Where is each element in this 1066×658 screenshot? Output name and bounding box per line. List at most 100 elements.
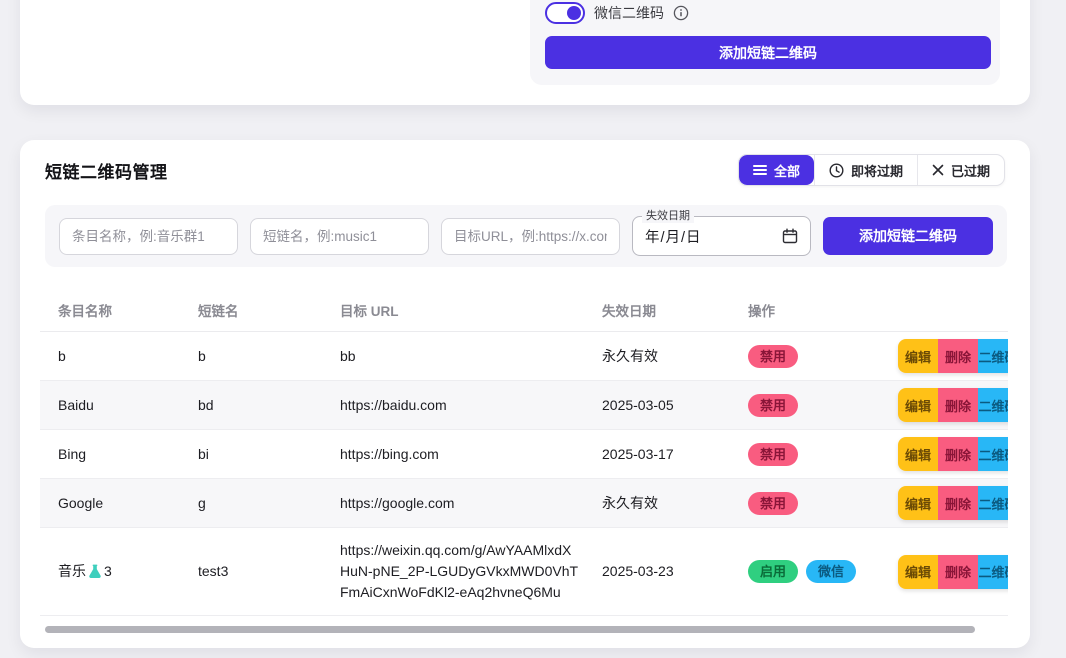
expiry-date-label: 失效日期 bbox=[642, 209, 694, 223]
delete-button[interactable]: 删除 bbox=[938, 388, 978, 422]
row-action-buttons: 编辑 删除 二维码 bbox=[898, 388, 1008, 422]
table-row: b b bb 永久有效 禁用 编辑 删除 二维码 bbox=[40, 332, 1008, 381]
status-badge[interactable]: 禁用 bbox=[748, 492, 798, 515]
cell-slug: g bbox=[180, 481, 320, 526]
expiry-date-value: 年/月/日 bbox=[645, 226, 782, 247]
col-header-actions: 操作 bbox=[740, 290, 898, 334]
filter-tab-expired[interactable]: 已过期 bbox=[917, 155, 1004, 185]
cell-expiry: 永久有效 bbox=[600, 481, 740, 526]
filter-tab-label: 已过期 bbox=[951, 161, 990, 180]
row-action-buttons: 编辑 删除 二维码 bbox=[898, 555, 1008, 589]
qr-form-card: 微信二维码 添加短链二维码 bbox=[20, 0, 1030, 105]
cell-name: Bing bbox=[40, 432, 180, 477]
edit-button[interactable]: 编辑 bbox=[898, 555, 938, 589]
entry-name-suffix: 3 bbox=[104, 561, 112, 582]
cell-name: Google bbox=[40, 481, 180, 526]
cell-name: b bbox=[40, 334, 180, 379]
cell-url: https://google.com bbox=[320, 481, 590, 526]
cell-slug: test3 bbox=[180, 549, 320, 594]
qrcode-button[interactable]: 二维码 bbox=[978, 555, 1008, 589]
edit-button[interactable]: 编辑 bbox=[898, 388, 938, 422]
cell-actions: 编辑 删除 二维码 bbox=[898, 339, 1008, 373]
page-title: 短链二维码管理 bbox=[45, 158, 168, 183]
toggle-knob bbox=[567, 6, 581, 20]
expiry-filter-tabs: 全部 即将过期 已过期 bbox=[738, 154, 1005, 186]
edit-button[interactable]: 编辑 bbox=[898, 437, 938, 471]
delete-button[interactable]: 删除 bbox=[938, 339, 978, 373]
cell-slug: b bbox=[180, 334, 320, 379]
delete-button[interactable]: 删除 bbox=[938, 486, 978, 520]
shortlink-manager-card: 短链二维码管理 全部 即将过期 bbox=[20, 140, 1030, 648]
table-row: Bing bi https://bing.com 2025-03-17 禁用 编… bbox=[40, 430, 1008, 479]
shortlink-table: 条目名称 短链名 目标 URL 失效日期 操作 b b bb 永久有效 禁用 编… bbox=[40, 290, 1008, 616]
delete-button[interactable]: 删除 bbox=[938, 437, 978, 471]
table-row: 音乐 3 test3 https://weixin.qq.com/g/AwYAA… bbox=[40, 528, 1008, 616]
status-badge[interactable]: 禁用 bbox=[748, 443, 798, 466]
wechat-toggle-row: 微信二维码 bbox=[545, 0, 689, 26]
delete-button[interactable]: 删除 bbox=[938, 555, 978, 589]
cell-expiry: 2025-03-23 bbox=[600, 549, 740, 594]
wechat-qr-toggle[interactable] bbox=[545, 2, 585, 24]
entry-name-text: 音乐 bbox=[58, 561, 86, 582]
cell-actions: 编辑 删除 二维码 bbox=[898, 437, 1008, 471]
cell-status: 禁用 bbox=[740, 333, 898, 380]
cell-slug: bd bbox=[180, 383, 320, 428]
cell-status: 禁用 bbox=[740, 480, 898, 527]
cell-name: 音乐 3 bbox=[40, 549, 180, 594]
cell-expiry: 2025-03-05 bbox=[600, 383, 740, 428]
row-action-buttons: 编辑 删除 二维码 bbox=[898, 486, 1008, 520]
cell-status: 禁用 bbox=[740, 382, 898, 429]
info-icon[interactable] bbox=[673, 5, 689, 21]
filter-tab-expiring[interactable]: 即将过期 bbox=[814, 155, 917, 185]
table-row: Baidu bd https://baidu.com 2025-03-05 禁用… bbox=[40, 381, 1008, 430]
x-icon bbox=[932, 164, 944, 176]
filter-tab-all[interactable]: 全部 bbox=[739, 155, 814, 185]
flask-icon bbox=[88, 564, 102, 579]
row-action-buttons: 编辑 删除 二维码 bbox=[898, 339, 1008, 373]
table-header-row: 条目名称 短链名 目标 URL 失效日期 操作 bbox=[40, 290, 1008, 332]
qrcode-button[interactable]: 二维码 bbox=[978, 437, 1008, 471]
status-badge[interactable]: 启用 bbox=[748, 560, 798, 583]
cell-url: https://weixin.qq.com/g/AwYAAMlxdXHuN-pN… bbox=[320, 528, 590, 615]
edit-button[interactable]: 编辑 bbox=[898, 486, 938, 520]
slug-input[interactable] bbox=[250, 218, 429, 255]
clock-icon bbox=[829, 163, 844, 178]
add-shortlink-qr-button[interactable]: 添加短链二维码 bbox=[823, 217, 993, 255]
filter-tab-label: 即将过期 bbox=[851, 161, 903, 180]
qrcode-button[interactable]: 二维码 bbox=[978, 339, 1008, 373]
cell-url: https://bing.com bbox=[320, 432, 590, 477]
target-url-input[interactable] bbox=[441, 218, 620, 255]
wechat-toggle-label: 微信二维码 bbox=[594, 3, 664, 23]
cell-slug: bi bbox=[180, 432, 320, 477]
list-icon bbox=[753, 164, 767, 176]
horizontal-scrollbar[interactable] bbox=[45, 626, 975, 633]
status-badge[interactable]: 禁用 bbox=[748, 345, 798, 368]
col-header-name: 条目名称 bbox=[40, 290, 180, 334]
qrcode-button[interactable]: 二维码 bbox=[978, 486, 1008, 520]
col-header-expiry: 失效日期 bbox=[600, 290, 740, 334]
cell-actions: 编辑 删除 二维码 bbox=[898, 555, 1008, 589]
col-header-slug: 短链名 bbox=[180, 290, 320, 334]
table-row: Google g https://google.com 永久有效 禁用 编辑 删… bbox=[40, 479, 1008, 528]
cell-actions: 编辑 删除 二维码 bbox=[898, 388, 1008, 422]
entry-name-input[interactable] bbox=[59, 218, 238, 255]
calendar-icon[interactable] bbox=[782, 228, 798, 244]
cell-expiry: 永久有效 bbox=[600, 334, 740, 379]
edit-button[interactable]: 编辑 bbox=[898, 339, 938, 373]
manager-header: 短链二维码管理 全部 即将过期 bbox=[45, 153, 1005, 187]
cell-status: 启用 微信 bbox=[740, 548, 898, 595]
row-action-buttons: 编辑 删除 二维码 bbox=[898, 437, 1008, 471]
cell-name: Baidu bbox=[40, 383, 180, 428]
wechat-tag-badge: 微信 bbox=[806, 560, 856, 583]
cell-expiry: 2025-03-17 bbox=[600, 432, 740, 477]
add-shortlink-qr-button-top[interactable]: 添加短链二维码 bbox=[545, 36, 991, 69]
qrcode-button[interactable]: 二维码 bbox=[978, 388, 1008, 422]
search-filter-bar: 失效日期 年/月/日 添加短链二维码 bbox=[45, 205, 1007, 267]
expiry-date-field[interactable]: 失效日期 年/月/日 bbox=[632, 216, 811, 256]
wechat-qr-panel: 微信二维码 添加短链二维码 bbox=[530, 0, 1000, 85]
filter-tab-label: 全部 bbox=[774, 161, 800, 180]
cell-url: https://baidu.com bbox=[320, 383, 590, 428]
col-header-url: 目标 URL bbox=[320, 290, 590, 334]
cell-actions: 编辑 删除 二维码 bbox=[898, 486, 1008, 520]
status-badge[interactable]: 禁用 bbox=[748, 394, 798, 417]
